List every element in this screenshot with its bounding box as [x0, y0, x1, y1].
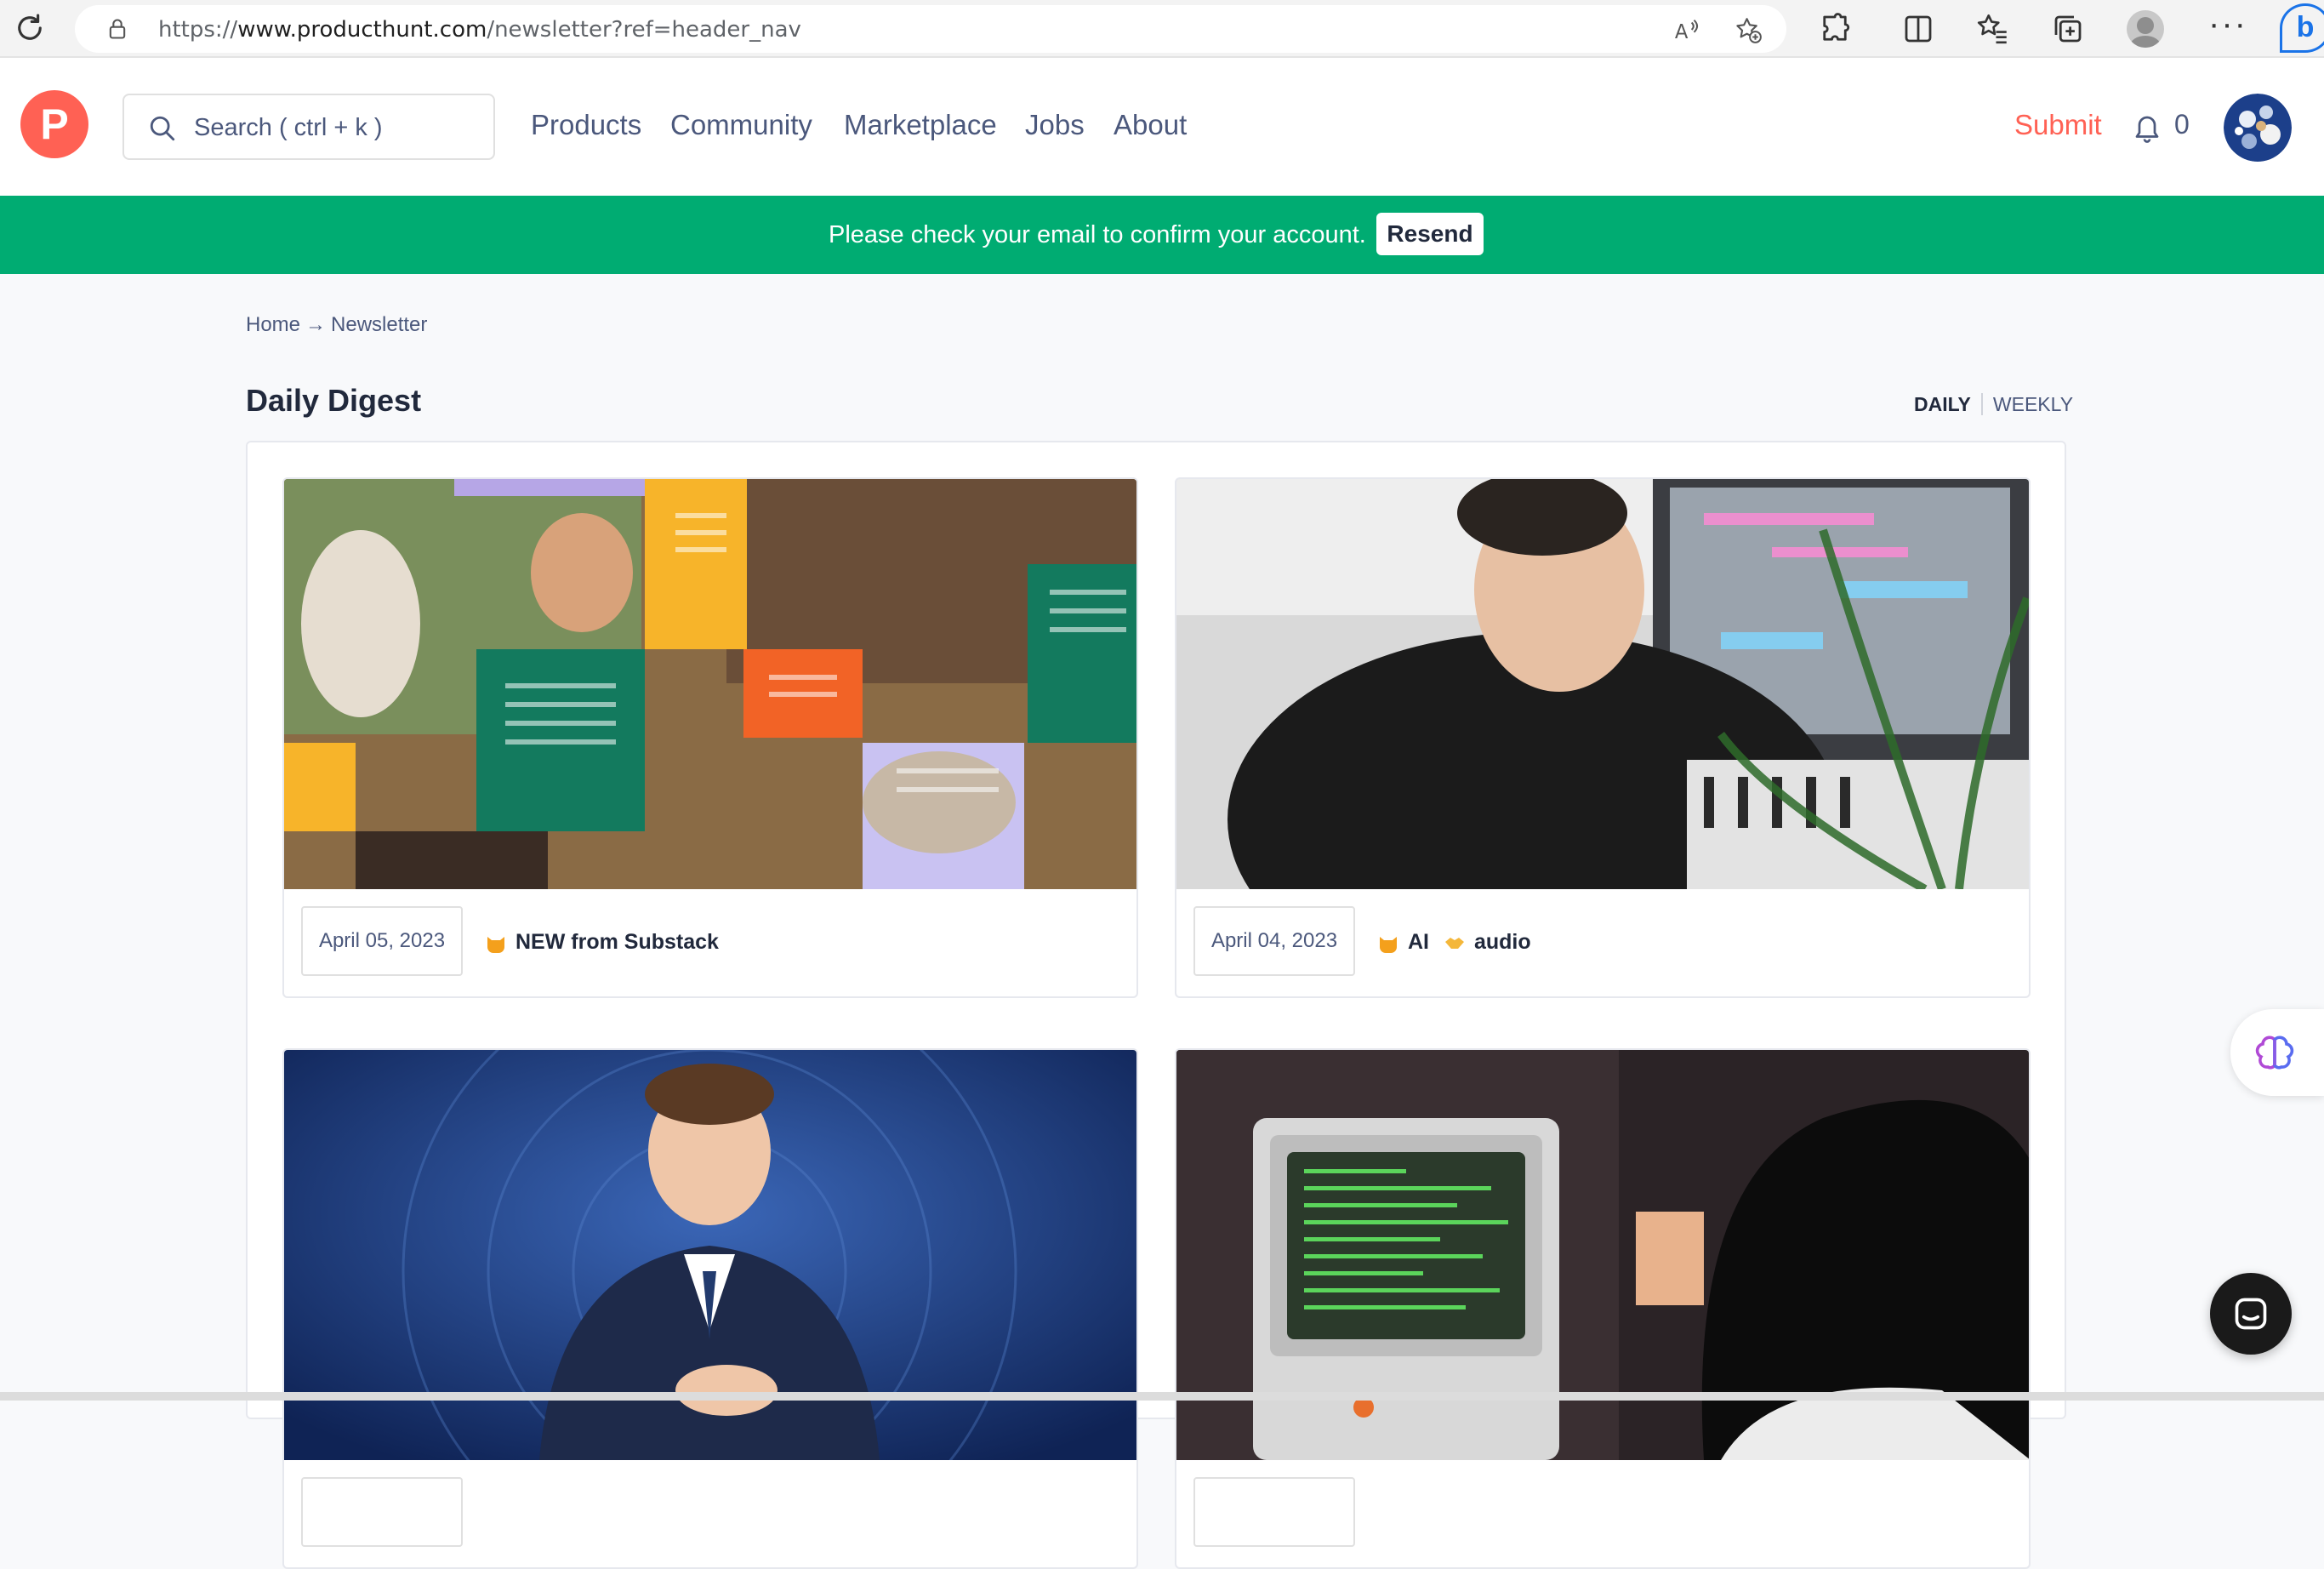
digest-card[interactable] — [282, 1048, 1138, 1569]
assistant-sidebar-tab[interactable] — [2230, 1009, 2324, 1096]
tab-daily[interactable]: DAILY — [1914, 393, 1983, 415]
resend-button[interactable]: Resend — [1376, 213, 1484, 255]
cat-emoji-icon — [1380, 937, 1397, 954]
card-title-part2: audio — [1473, 930, 1531, 954]
digest-card[interactable]: April 04, 2023 AI audio — [1175, 477, 2031, 998]
search-box[interactable] — [122, 94, 495, 160]
card-title-text: NEW from Substack — [515, 930, 719, 954]
notification-count[interactable]: 0 — [2174, 109, 2190, 140]
bell-icon[interactable] — [2132, 111, 2162, 145]
banner-message: Please check your email to confirm your … — [829, 221, 1366, 248]
card-title[interactable]: NEW from Substack — [485, 930, 719, 955]
card-date: April 04, 2023 — [1193, 906, 1355, 976]
url-domain: www.producthunt.com — [237, 17, 487, 43]
user-avatar[interactable] — [2224, 94, 2292, 162]
lock-icon[interactable] — [105, 17, 129, 41]
bing-copilot-icon[interactable]: b — [2280, 3, 2324, 53]
cat-emoji-icon — [487, 937, 504, 954]
collections-icon[interactable] — [2050, 11, 2086, 47]
breadcrumb: Home → Newsletter — [246, 313, 432, 337]
read-aloud-icon[interactable]: A — [1672, 15, 1701, 44]
chat-launcher-button[interactable] — [2210, 1273, 2292, 1355]
handshake-emoji-icon — [1444, 938, 1464, 950]
card-date — [1193, 1477, 1355, 1547]
card-image[interactable] — [284, 479, 1138, 889]
address-bar[interactable]: https://www.producthunt.com/newsletter?r… — [75, 5, 1786, 53]
nav-marketplace[interactable]: Marketplace — [844, 109, 997, 141]
digest-tabs: DAILY WEEKLY — [1914, 393, 2073, 416]
card-title[interactable]: AI audio — [1377, 930, 1531, 955]
search-input[interactable] — [192, 107, 485, 148]
confirm-email-banner: Please check your email to confirm your … — [0, 196, 2324, 274]
product-hunt-logo[interactable]: P — [20, 90, 88, 158]
search-icon — [150, 116, 175, 141]
card-date: April 05, 2023 — [301, 906, 463, 976]
url-path: /newsletter?ref=header_nav — [487, 17, 801, 43]
breadcrumb-current: Newsletter — [331, 313, 428, 336]
site-header: P Products Community Marketplace Jobs Ab… — [0, 58, 2324, 196]
submit-link[interactable]: Submit — [2014, 109, 2102, 141]
page-title: Daily Digest — [246, 383, 422, 418]
chat-icon — [2235, 1298, 2267, 1330]
card-title-part1: AI — [1408, 930, 1429, 954]
favorites-icon[interactable] — [1975, 11, 2011, 47]
url-prefix: https:// — [158, 17, 238, 43]
svg-text:A: A — [1675, 21, 1689, 43]
more-options-icon[interactable]: ··· — [2208, 5, 2247, 43]
reload-icon[interactable] — [12, 10, 48, 46]
nav-products[interactable]: Products — [531, 109, 641, 141]
url-text[interactable]: https://www.producthunt.com/newsletter?r… — [158, 17, 801, 43]
horizontal-scrollbar[interactable] — [0, 1392, 2324, 1401]
profile-icon[interactable] — [2127, 10, 2164, 48]
breadcrumb-home[interactable]: Home — [246, 313, 300, 336]
nav-jobs[interactable]: Jobs — [1025, 109, 1085, 141]
digest-panel: April 05, 2023 NEW from Substack April 0… — [246, 441, 2066, 1569]
breadcrumb-separator: → — [305, 313, 327, 336]
extensions-icon[interactable] — [1817, 11, 1853, 47]
nav-about[interactable]: About — [1114, 109, 1187, 141]
brain-icon — [2255, 1036, 2294, 1070]
add-favorite-icon[interactable] — [1734, 15, 1763, 44]
tab-weekly[interactable]: WEEKLY — [1983, 393, 2073, 415]
digest-card[interactable] — [1175, 1048, 2031, 1569]
split-screen-icon[interactable] — [1900, 11, 1936, 47]
card-date — [301, 1477, 463, 1547]
card-image[interactable] — [1176, 479, 2031, 889]
digest-card[interactable]: April 05, 2023 NEW from Substack — [282, 477, 1138, 998]
nav-community[interactable]: Community — [670, 109, 812, 141]
browser-toolbar: https://www.producthunt.com/newsletter?r… — [0, 0, 2324, 58]
